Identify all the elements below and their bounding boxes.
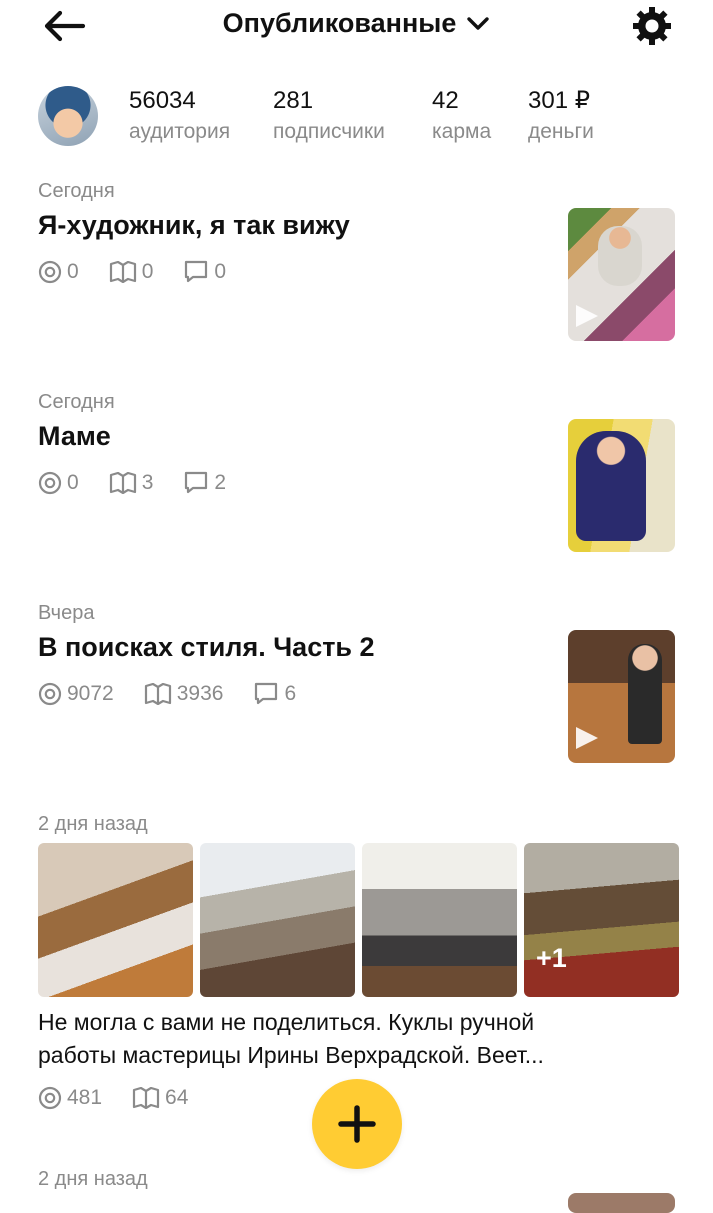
- reads-metric: 64: [132, 1086, 188, 1110]
- comments-count: 0: [214, 260, 227, 283]
- reads-metric: 3: [109, 471, 154, 495]
- chevron-down-icon: [467, 16, 490, 30]
- stat-value: 301 ₽: [528, 87, 590, 114]
- post-thumbnail[interactable]: [568, 630, 675, 763]
- photo-gallery: +1: [38, 843, 679, 997]
- post-date: 2 дня назад: [38, 813, 148, 835]
- reads-count: 3: [141, 471, 154, 494]
- stat-value: 281: [273, 87, 314, 114]
- post-metrics: 0 0 0: [38, 260, 256, 284]
- post-text[interactable]: Не могла с вами не поделиться. Куклы руч…: [38, 1006, 658, 1072]
- stat-money[interactable]: 301 ₽ деньги: [528, 86, 594, 148]
- reads-metric: 0: [109, 260, 154, 284]
- views-count: 0: [67, 471, 79, 494]
- avatar[interactable]: [38, 86, 98, 146]
- gear-icon: [633, 7, 671, 45]
- book-icon: [144, 683, 171, 705]
- reads-count: 0: [141, 260, 154, 283]
- stat-audience[interactable]: 56034 аудитория: [129, 86, 230, 148]
- stat-label: аудитория: [129, 120, 231, 143]
- eye-views-icon: [38, 682, 62, 706]
- comment-icon: [255, 682, 278, 705]
- comments-metric: 0: [183, 260, 226, 284]
- stat-label: подписчики: [273, 120, 385, 143]
- stat-value: 42: [432, 87, 459, 114]
- stat-value: 56034: [129, 87, 196, 114]
- play-icon: [576, 305, 598, 327]
- post-metrics: 0 3 2: [38, 471, 256, 495]
- post-date: 2 дня назад: [38, 1168, 148, 1190]
- stat-karma[interactable]: 42 карма: [432, 86, 491, 148]
- stat-subscribers[interactable]: 281 подписчики: [273, 86, 385, 148]
- post-title: Маме: [38, 421, 111, 451]
- stat-label: деньги: [528, 120, 594, 143]
- eye-views-icon: [38, 260, 62, 284]
- eye-views-icon: [38, 471, 62, 495]
- post-thumbnail[interactable]: [568, 208, 675, 341]
- gallery-photo[interactable]: [38, 843, 193, 997]
- comments-metric: 6: [253, 682, 296, 706]
- eye-views-icon: [38, 1086, 62, 1110]
- stat-label: карма: [432, 120, 492, 143]
- page-title: Опубликованные: [222, 8, 457, 38]
- post-title: В поисках стиля. Часть 2: [38, 632, 375, 662]
- post-item[interactable]: Вчера В поисках стиля. Часть 2 9072 3936…: [0, 600, 713, 770]
- comments-metric: 2: [183, 471, 226, 495]
- reads-count: 64: [165, 1086, 189, 1109]
- comments-count: 6: [284, 682, 297, 705]
- plus-icon: [338, 1105, 376, 1143]
- post-text-line: Не могла с вами не поделиться. Куклы руч…: [38, 1009, 535, 1035]
- post-thumbnail[interactable]: [568, 419, 675, 552]
- gallery-photo[interactable]: [200, 843, 355, 997]
- book-icon: [132, 1087, 160, 1109]
- views-metric: 9072: [38, 682, 114, 706]
- views-metric: 481: [38, 1086, 102, 1110]
- gallery-photo[interactable]: +1: [524, 843, 679, 997]
- views-count: 9072: [67, 682, 114, 705]
- post-item[interactable]: Сегодня Маме 0 3 2: [0, 389, 713, 559]
- comment-icon: [185, 260, 208, 283]
- post-item[interactable]: Сегодня Я-художник, я так вижу 0 0 0: [0, 178, 713, 348]
- views-metric: 0: [38, 471, 79, 495]
- reads-metric: 3936: [144, 682, 224, 706]
- top-bar: Опубликованные: [0, 0, 713, 55]
- post-text-line: работы мастерицы Ирины Верхрадской. Веет…: [38, 1042, 544, 1068]
- post-metrics: 9072 3936 6: [38, 682, 326, 706]
- settings-button[interactable]: [630, 4, 674, 48]
- post-date: Вчера: [38, 602, 95, 624]
- post-date: Сегодня: [38, 180, 115, 202]
- create-post-button[interactable]: [312, 1079, 402, 1169]
- reads-count: 3936: [176, 682, 224, 705]
- book-icon: [109, 261, 136, 283]
- post-metrics: 481 64: [38, 1086, 218, 1110]
- views-count: 0: [67, 260, 79, 283]
- publication-filter-dropdown[interactable]: Опубликованные: [223, 8, 491, 39]
- book-icon: [109, 472, 136, 494]
- views-count: 481: [67, 1086, 103, 1109]
- post-thumbnail[interactable]: [568, 1193, 675, 1213]
- post-date: Сегодня: [38, 391, 115, 413]
- comments-count: 2: [214, 471, 227, 494]
- play-icon: [576, 727, 598, 749]
- comment-icon: [185, 471, 208, 494]
- more-photos-count: +1: [536, 943, 567, 973]
- post-title: Я-художник, я так вижу: [38, 210, 350, 240]
- views-metric: 0: [38, 260, 79, 284]
- profile-stats: 56034 аудитория 281 подписчики 42 карма …: [0, 84, 713, 154]
- gallery-photo[interactable]: [362, 843, 517, 997]
